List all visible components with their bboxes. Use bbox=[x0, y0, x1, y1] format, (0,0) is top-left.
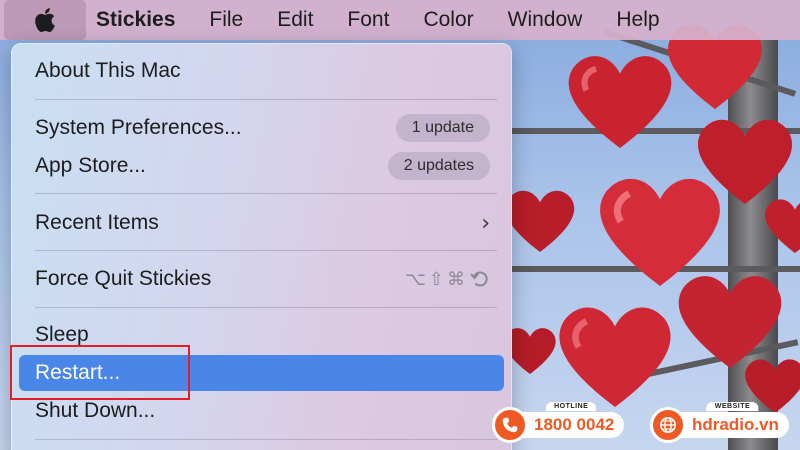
keyboard-shortcut: ⌥⇧⌘ bbox=[405, 268, 468, 290]
menu-edit[interactable]: Edit bbox=[260, 0, 330, 40]
apple-icon bbox=[35, 8, 55, 33]
hotline-badge: HOTLINE 1800 0042 bbox=[492, 402, 625, 443]
menu-separator bbox=[35, 193, 497, 194]
menu-item-force-quit[interactable]: Force Quit Stickies ⌥⇧⌘ bbox=[19, 261, 504, 297]
hotline-pill: HOTLINE 1800 0042 bbox=[518, 402, 625, 438]
menu-font[interactable]: Font bbox=[330, 0, 406, 40]
website-url: hdradio.vn bbox=[692, 415, 779, 434]
menu-bar: Stickies File Edit Font Color Window Hel… bbox=[0, 0, 800, 40]
apple-menu-button[interactable] bbox=[4, 0, 86, 40]
menu-item-app-store[interactable]: App Store... 2 updates bbox=[19, 148, 504, 184]
update-badge: 2 updates bbox=[387, 152, 490, 180]
website-caption: WEBSITE bbox=[706, 402, 759, 411]
menu-window[interactable]: Window bbox=[491, 0, 600, 40]
menu-separator bbox=[35, 250, 497, 251]
update-badge: 1 update bbox=[395, 114, 490, 142]
globe-icon bbox=[650, 407, 686, 443]
menu-item-label: Sleep bbox=[35, 323, 89, 346]
menu-app-stickies[interactable]: Stickies bbox=[86, 0, 192, 40]
chevron-right-icon: › bbox=[481, 210, 490, 236]
website-pill: WEBSITE hdradio.vn bbox=[676, 402, 789, 438]
menu-color[interactable]: Color bbox=[406, 0, 490, 40]
menu-help[interactable]: Help bbox=[599, 0, 676, 40]
phone-icon bbox=[492, 407, 528, 443]
menu-separator bbox=[35, 99, 497, 100]
menu-item-label: App Store... bbox=[35, 154, 146, 177]
menu-item-label: System Preferences... bbox=[35, 116, 242, 139]
menu-item-label: About This Mac bbox=[35, 59, 181, 82]
menu-item-label: Recent Items bbox=[35, 211, 159, 234]
menu-item-label: Force Quit Stickies bbox=[35, 267, 212, 290]
menu-item-label: Shut Down... bbox=[35, 399, 156, 422]
menu-separator bbox=[35, 307, 497, 308]
website-badge: WEBSITE hdradio.vn bbox=[650, 402, 789, 443]
hotline-caption: HOTLINE bbox=[546, 402, 597, 411]
menu-item-about-this-mac[interactable]: About This Mac bbox=[19, 53, 504, 89]
escape-key-icon bbox=[470, 271, 488, 287]
hotline-number: 1800 0042 bbox=[534, 415, 615, 434]
menu-item-system-preferences[interactable]: System Preferences... 1 update bbox=[19, 110, 504, 146]
annotation-highlight-box bbox=[10, 345, 190, 400]
menu-separator bbox=[35, 439, 497, 440]
menu-item-recent-items[interactable]: Recent Items › bbox=[19, 205, 504, 241]
menu-file[interactable]: File bbox=[192, 0, 260, 40]
